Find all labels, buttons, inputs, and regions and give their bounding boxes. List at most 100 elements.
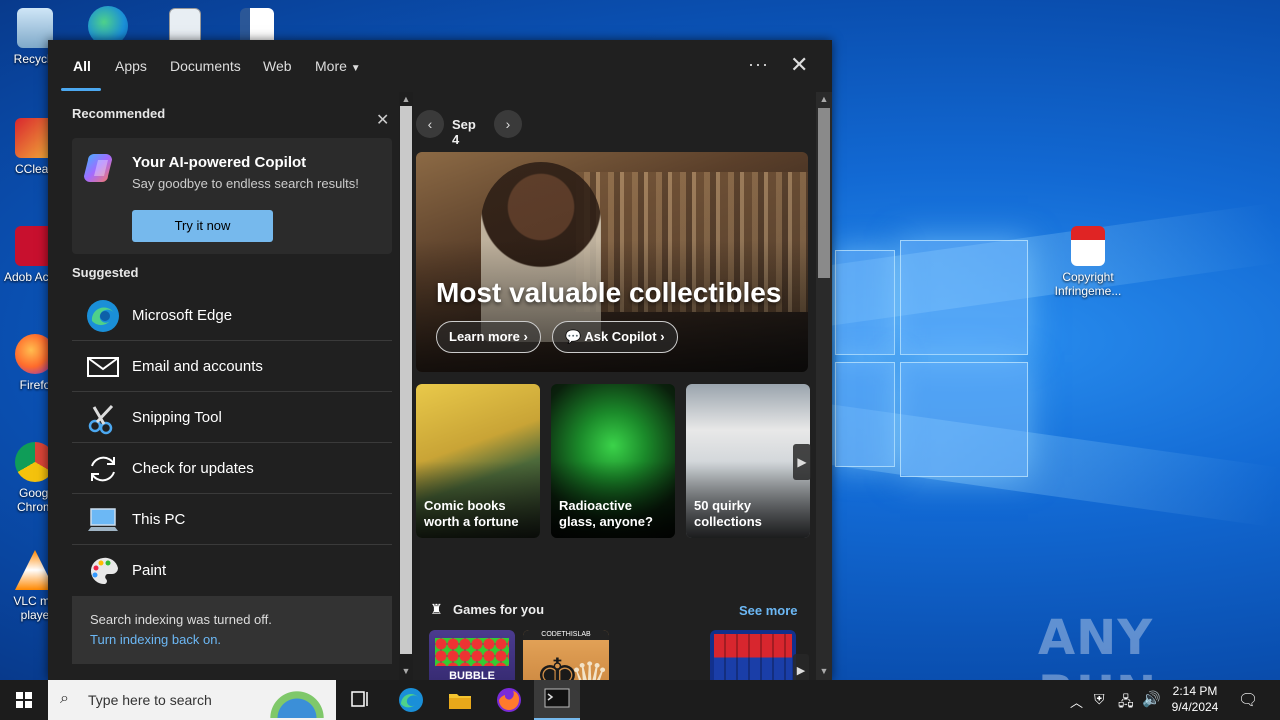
suggested-item-snipping-tool[interactable]: Snipping Tool xyxy=(72,392,392,443)
desktop-icon-pdf-file[interactable]: Copyright Infringeme... xyxy=(1050,226,1126,298)
scroll-down-arrow[interactable]: ▼ xyxy=(816,666,832,676)
edge-icon xyxy=(87,300,119,332)
previous-day-button[interactable]: ‹ xyxy=(416,110,444,138)
dismiss-recommended-icon[interactable]: ✕ xyxy=(376,110,389,130)
chess-queen-icon: ♛ xyxy=(569,653,609,680)
bubbles-art xyxy=(435,638,509,666)
pdf-file-icon xyxy=(1071,226,1105,266)
card-title: Radioactive glass, anyone? xyxy=(559,498,653,529)
watermark: ANY RUN xyxy=(1038,610,1156,680)
task-view-icon[interactable] xyxy=(346,686,374,714)
network-icon[interactable]: 🖧 xyxy=(1118,691,1134,715)
search-icon: ⌕ xyxy=(60,690,69,707)
right-scrollbar[interactable]: ▲ ▼ xyxy=(816,92,832,680)
palette-icon xyxy=(90,557,118,585)
card-title: 50 quirky collections xyxy=(694,498,762,529)
games-section-title: Games for you xyxy=(453,602,545,617)
hero-title: Most valuable collectibles xyxy=(436,277,782,308)
ask-copilot-label: Ask Copilot xyxy=(584,329,657,344)
file-explorer-icon[interactable] xyxy=(446,686,474,714)
blocks-art xyxy=(714,634,792,680)
tab-web[interactable]: Web xyxy=(263,58,292,74)
firefox-taskbar-icon[interactable] xyxy=(495,686,523,714)
scroll-down-arrow[interactable]: ▼ xyxy=(399,666,413,676)
game-tile-label: BUBBLE SHOOTER HD xyxy=(449,670,495,680)
game-tile-blocks[interactable] xyxy=(710,630,796,680)
suggested-item-label: Snipping Tool xyxy=(132,409,222,426)
windows-logo xyxy=(835,240,1030,480)
active-tab-indicator xyxy=(61,88,101,91)
clock-date: 9/4/2024 xyxy=(1171,700,1219,714)
terminal-taskbar-button[interactable] xyxy=(534,680,580,720)
highlight-card-radioactive-glass[interactable]: Radioactive glass, anyone? xyxy=(551,384,675,538)
left-scrollbar[interactable]: ▲ ▼ xyxy=(399,92,413,680)
see-more-link[interactable]: See more xyxy=(739,603,798,618)
suggested-item-email[interactable]: Email and accounts xyxy=(72,341,392,392)
game-tile-bubble-shooter[interactable]: BUBBLE SHOOTER HD xyxy=(429,630,515,680)
highlight-card-comic-books[interactable]: Comic books worth a fortune xyxy=(416,384,540,538)
edge-taskbar-icon[interactable] xyxy=(397,686,425,714)
tab-apps[interactable]: Apps xyxy=(115,58,147,74)
notification-center-icon[interactable]: 🗨 xyxy=(1238,690,1258,710)
suggested-title: Suggested xyxy=(72,265,139,280)
more-options-button[interactable]: ··· xyxy=(748,54,769,75)
copilot-icon xyxy=(84,154,112,182)
learn-more-button[interactable]: Learn more › xyxy=(436,321,541,353)
suggested-item-label: Email and accounts xyxy=(132,358,263,375)
try-it-now-button[interactable]: Try it now xyxy=(132,210,273,242)
recommended-header: Recommended ✕ xyxy=(72,106,392,129)
learn-more-label: Learn more xyxy=(449,329,520,344)
game-tile-chess[interactable]: CODETHISLAB ♚ ♛ xyxy=(523,630,609,680)
scroll-up-arrow[interactable]: ▲ xyxy=(816,94,832,104)
right-scrollbar-thumb[interactable] xyxy=(818,108,830,278)
tab-more[interactable]: More ▼ xyxy=(315,58,361,74)
turn-indexing-on-link[interactable]: Turn indexing back on. xyxy=(90,632,221,647)
next-day-button[interactable]: › xyxy=(494,110,522,138)
caret-down-icon: ▼ xyxy=(350,63,361,74)
indexing-notice: Search indexing was turned off. Turn ind… xyxy=(72,596,392,664)
clock-time: 2:14 PM xyxy=(1172,684,1218,698)
taskbar-search-box[interactable]: ⌕ Type here to search xyxy=(48,680,336,720)
indexing-message: Search indexing was turned off. xyxy=(90,612,272,627)
chevron-right-icon: › xyxy=(523,329,528,344)
suggested-list: Microsoft Edge Email and accounts Snippi… xyxy=(72,290,392,596)
suggested-item-label: Paint xyxy=(132,562,167,579)
scroll-up-arrow[interactable]: ▲ xyxy=(399,94,413,104)
desktop-icon-label: Firefo xyxy=(19,378,51,392)
computer-icon xyxy=(88,508,118,531)
security-tray-icon[interactable]: ⛨ xyxy=(1094,691,1105,708)
copilot-promo-card: Your AI-powered Copilot Say goodbye to e… xyxy=(72,138,392,254)
highlight-card-quirky-collections[interactable]: 50 quirky collections xyxy=(686,384,810,538)
game-tile-label: CODETHISLAB xyxy=(523,630,609,640)
suggested-item-edge[interactable]: Microsoft Edge xyxy=(72,290,392,341)
ask-copilot-button[interactable]: 💬 Ask Copilot › xyxy=(552,321,678,353)
search-tabs-bar: All Apps Documents Web More ▼ ··· ✕ xyxy=(48,40,832,92)
copilot-card-subtitle: Say goodbye to endless search results! xyxy=(132,176,359,191)
suggested-item-label: Check for updates xyxy=(132,460,254,477)
tab-all[interactable]: All xyxy=(73,58,91,74)
clock[interactable]: 2:14 PM 9/4/2024 xyxy=(1164,684,1226,714)
tab-documents[interactable]: Documents xyxy=(170,58,241,74)
taskbar: ⌕ Type here to search ︿ ⛨ 🖧 🔊 2:14 PM 9/… xyxy=(0,680,1280,720)
games-next-button[interactable]: ▶ xyxy=(793,654,809,680)
left-scrollbar-thumb[interactable] xyxy=(400,106,412,654)
show-hidden-icons-chevron[interactable]: ︿ xyxy=(1070,692,1083,711)
highlights-pane: ‹ Sep 4 › Most valuable collectibles Lea… xyxy=(416,92,816,680)
start-button[interactable] xyxy=(0,680,48,720)
suggested-item-paint[interactable]: Paint xyxy=(72,545,392,596)
scissors-icon xyxy=(88,404,114,435)
chess-piece-icon: ♜ xyxy=(430,601,443,617)
tab-more-label: More xyxy=(315,58,347,74)
search-placeholder: Type here to search xyxy=(88,692,212,708)
desktop-icon-label: Copyright Infringeme... xyxy=(1054,270,1122,298)
terminal-icon xyxy=(544,688,570,708)
chevron-right-icon: › xyxy=(660,329,665,344)
volume-icon[interactable]: 🔊 xyxy=(1142,690,1161,708)
suggested-item-check-updates[interactable]: Check for updates xyxy=(72,443,392,494)
hero-highlight-card[interactable]: Most valuable collectibles Learn more › … xyxy=(416,152,808,372)
cards-next-button[interactable]: ▶ xyxy=(793,444,811,480)
suggested-item-label: Microsoft Edge xyxy=(132,307,233,324)
close-icon[interactable]: ✕ xyxy=(790,52,808,78)
search-panel: All Apps Documents Web More ▼ ··· ✕ Reco… xyxy=(48,40,832,680)
suggested-item-this-pc[interactable]: This PC xyxy=(72,494,392,545)
